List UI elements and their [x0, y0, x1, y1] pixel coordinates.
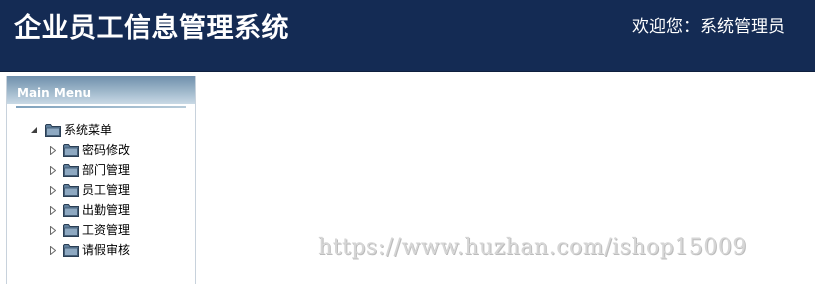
menu-tree: 系统菜单 密码修改 部门管理 员工管理 出勤管理 工资管理 请假审核 [7, 120, 195, 260]
tree-root-system-menu[interactable]: 系统菜单 [7, 120, 195, 140]
expand-arrow-icon[interactable] [48, 240, 58, 260]
tree-item-salary-management[interactable]: 工资管理 [7, 220, 195, 240]
expand-arrow-icon[interactable] [48, 180, 58, 200]
folder-icon [63, 203, 79, 217]
watermark-url: https://www.huzhan.com/ishop15009 [318, 235, 747, 260]
folder-icon [45, 123, 61, 137]
expand-arrow-icon[interactable] [48, 160, 58, 180]
tree-item-label: 出勤管理 [82, 203, 131, 217]
tree-root-label: 系统菜单 [64, 123, 113, 137]
collapse-arrow-icon[interactable] [29, 120, 39, 140]
tree-item-attendance-management[interactable]: 出勤管理 [7, 200, 195, 220]
folder-icon [63, 183, 79, 197]
tree-item-leave-approval[interactable]: 请假审核 [7, 240, 195, 260]
expand-arrow-icon[interactable] [48, 220, 58, 240]
folder-icon [63, 243, 79, 257]
expand-arrow-icon[interactable] [48, 200, 58, 220]
folder-icon [63, 223, 79, 237]
expand-arrow-icon[interactable] [48, 140, 58, 160]
tree-item-password-change[interactable]: 密码修改 [7, 140, 195, 160]
sidebar-title: Main Menu [7, 76, 195, 104]
welcome-text: 欢迎您：系统管理员 [632, 17, 785, 37]
tree-item-label: 工资管理 [82, 223, 131, 237]
app-header: 企业员工信息管理系统 欢迎您：系统管理员 [0, 0, 815, 72]
tree-item-label: 密码修改 [82, 143, 131, 157]
sidebar-panel: Main Menu 系统菜单 密码修改 部门管理 员工管理 出勤管理 工资管理 … [6, 76, 196, 284]
tree-item-label: 员工管理 [82, 183, 131, 197]
tree-item-label: 请假审核 [82, 243, 131, 257]
sidebar-divider [16, 106, 186, 108]
tree-item-label: 部门管理 [82, 163, 131, 177]
app-title: 企业员工信息管理系统 [14, 13, 289, 44]
folder-icon [63, 163, 79, 177]
folder-icon [63, 143, 79, 157]
tree-item-employee-management[interactable]: 员工管理 [7, 180, 195, 200]
tree-item-department-management[interactable]: 部门管理 [7, 160, 195, 180]
